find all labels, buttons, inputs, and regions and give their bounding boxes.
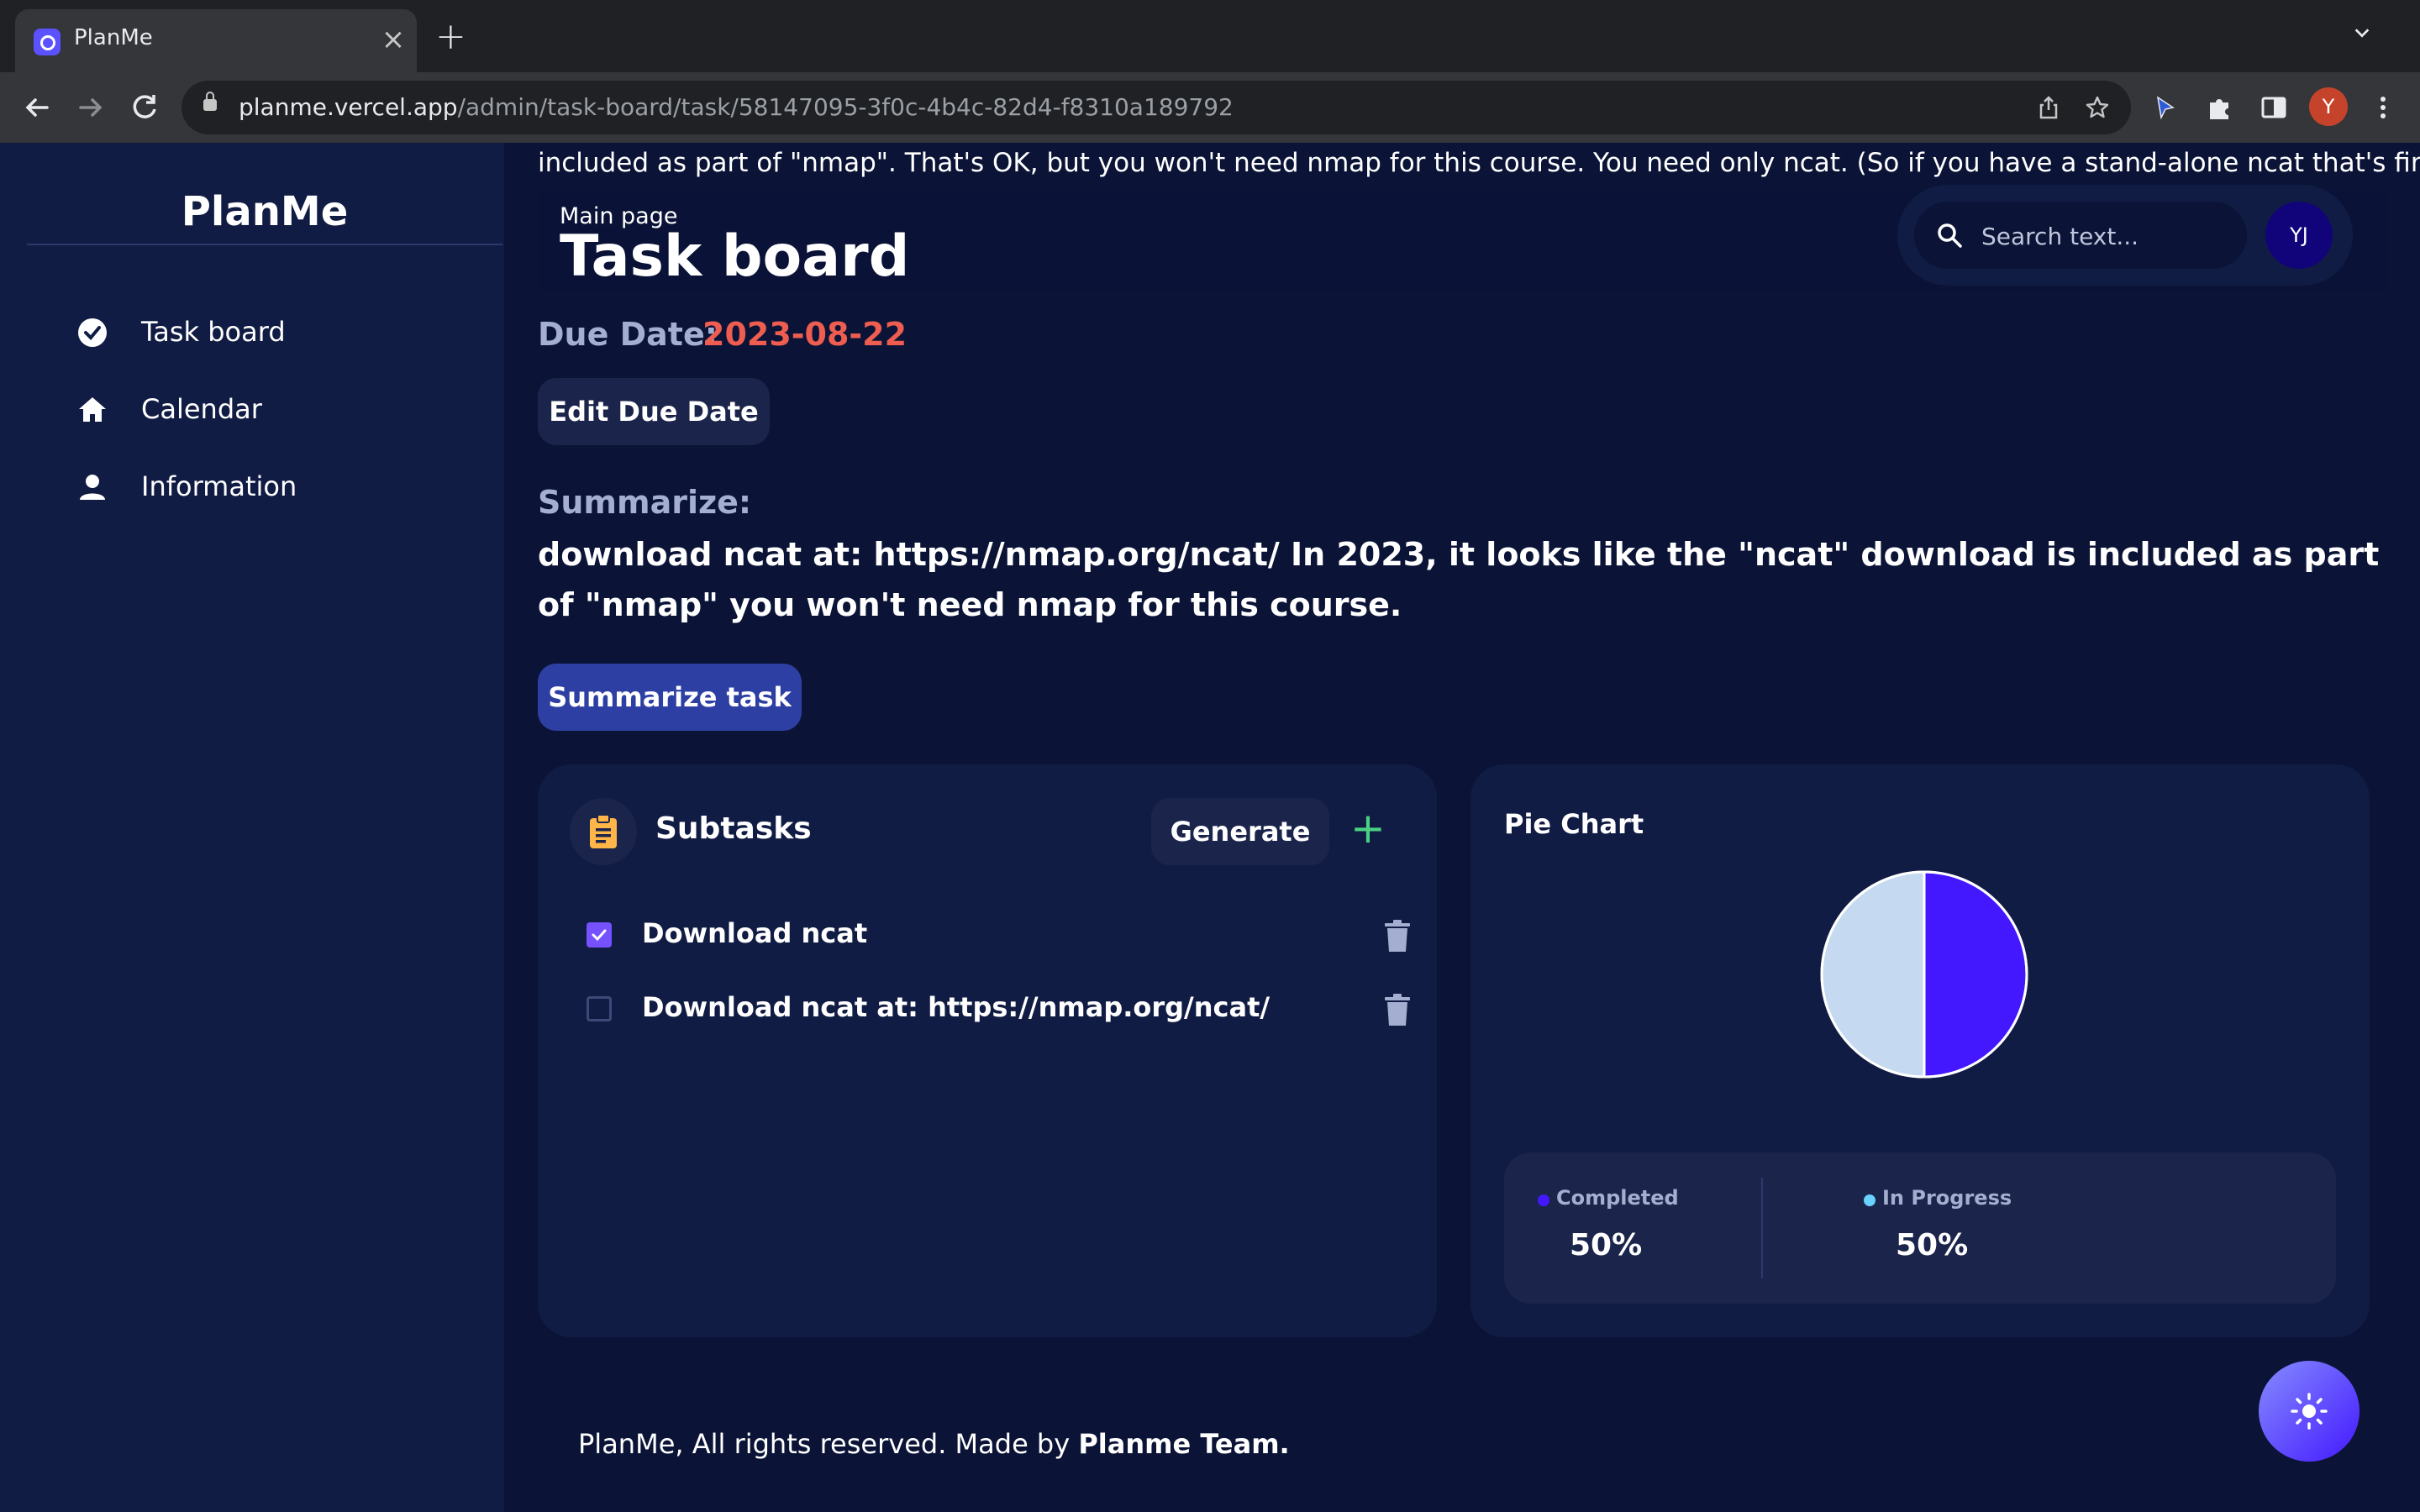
subtasks-title: Subtasks — [655, 811, 812, 846]
url-text: planme.vercel.app/admin/task-board/task/… — [239, 93, 1234, 121]
trash-icon[interactable] — [1383, 919, 1412, 953]
clipboard-icon — [590, 814, 617, 848]
pie-slice-in-progress[interactable] — [1820, 870, 1926, 1079]
subtask-row: Download ncat at: https://nmap.org/ncat/ — [587, 984, 1410, 1035]
side-panel-icon[interactable] — [2255, 89, 2292, 126]
legend-label: Completed — [1556, 1186, 1679, 1210]
summary-label: Summarize: — [538, 484, 752, 521]
pie-slice-completed[interactable] — [1923, 870, 2028, 1079]
footer-team-link[interactable]: Planme Team. — [1078, 1428, 1289, 1460]
theme-toggle-button[interactable] — [2259, 1361, 2360, 1462]
new-tab-plus-icon[interactable]: + — [435, 18, 466, 55]
sidebar-item-label: Calendar — [141, 393, 262, 425]
edit-due-date-button[interactable]: Edit Due Date — [538, 378, 770, 445]
summary-text: download ncat at: https://nmap.org/ncat/… — [538, 536, 2380, 623]
summarize-task-button[interactable]: Summarize task — [538, 664, 802, 731]
user-avatar[interactable]: YJ — [2265, 202, 2333, 269]
cursor-extension-icon[interactable] — [2146, 89, 2183, 126]
subtasks-card: Subtasks Generate + Download ncat Downlo… — [538, 764, 1437, 1337]
app-root: PlanMe Task board Calendar Information i… — [0, 143, 2420, 1512]
sidebar-item-information[interactable]: Information — [76, 462, 479, 512]
overflow-description-text: included as part of "nmap". That's OK, b… — [538, 148, 2420, 178]
subtask-text: Download ncat — [642, 917, 868, 949]
profile-avatar[interactable]: Y — [2309, 87, 2348, 126]
subtask-row: Download ncat — [587, 911, 1410, 961]
sun-icon — [2291, 1393, 2328, 1430]
sidebar: PlanMe Task board Calendar Information — [0, 143, 504, 1512]
url-host: planme.vercel.app — [239, 93, 458, 121]
sidebar-item-label: Information — [141, 470, 297, 502]
subtasks-icon-wrapper — [570, 798, 637, 865]
search-box[interactable] — [1914, 202, 2247, 269]
search-input[interactable] — [1980, 217, 2235, 255]
bookmark-star-icon[interactable] — [2084, 94, 2111, 121]
legend-label: In Progress — [1882, 1186, 2012, 1210]
due-date-label: Due Date: — [538, 316, 718, 353]
subtask-text: Download ncat at: https://nmap.org/ncat/ — [642, 991, 1270, 1023]
legend-value: 50% — [1570, 1228, 1643, 1263]
legend-divider — [1761, 1178, 1763, 1278]
sidebar-item-label: Task board — [141, 316, 286, 348]
checkmark-icon — [592, 929, 607, 942]
tab-title: PlanMe — [74, 25, 153, 50]
footer-text: PlanMe, All rights reserved. Made by — [578, 1428, 1079, 1460]
main-content: included as part of "nmap". That's OK, b… — [504, 143, 2420, 1512]
extensions-puzzle-icon[interactable] — [2202, 89, 2238, 126]
header-toolbar: YJ — [1897, 185, 2353, 286]
search-icon — [1938, 223, 1962, 248]
reload-icon[interactable] — [126, 89, 163, 126]
browser-toolbar: planme.vercel.app/admin/task-board/task/… — [0, 72, 2420, 143]
share-icon[interactable] — [2035, 94, 2062, 121]
legend-dot-in-progress — [1864, 1194, 1876, 1206]
page-title: Task board — [560, 223, 910, 290]
legend-dot-completed — [1538, 1194, 1549, 1206]
subtask-checkbox-unchecked[interactable] — [587, 996, 612, 1021]
browser-tab-strip: PlanMe × + — [0, 0, 2420, 72]
add-subtask-button[interactable]: + — [1343, 803, 1393, 853]
address-bar[interactable]: planme.vercel.app/admin/task-board/task/… — [182, 81, 2131, 134]
forward-arrow-icon[interactable] — [72, 89, 109, 126]
pie-legend: Completed 50% In Progress 50% — [1504, 1152, 2336, 1304]
pie-chart-card: Pie Chart Completed 50% In Progress 50% — [1470, 764, 2370, 1337]
close-tab-icon[interactable]: × — [376, 23, 410, 56]
url-path: /admin/task-board/task/58147095-3f0c-4b4… — [457, 93, 1234, 121]
browser-tab[interactable]: PlanMe × — [15, 9, 417, 72]
chevron-down-icon[interactable] — [2353, 24, 2371, 42]
subtask-checkbox-checked[interactable] — [587, 922, 612, 948]
pie-chart — [1820, 870, 2028, 1079]
due-date-value: 2023-08-22 — [702, 316, 908, 353]
home-icon — [79, 397, 106, 422]
sidebar-divider — [27, 244, 502, 245]
lock-icon — [203, 92, 217, 111]
generate-button[interactable]: Generate — [1151, 798, 1329, 865]
sidebar-item-task-board[interactable]: Task board — [76, 307, 479, 358]
back-arrow-icon[interactable] — [18, 89, 55, 126]
check-circle-icon — [78, 318, 107, 347]
footer: PlanMe, All rights reserved. Made by Pla… — [578, 1428, 1290, 1460]
legend-value: 50% — [1896, 1228, 1969, 1263]
pie-chart-title: Pie Chart — [1504, 808, 1644, 840]
person-icon — [80, 475, 105, 500]
planme-favicon-icon — [34, 29, 60, 55]
brand-logo: PlanMe — [181, 188, 349, 235]
trash-icon[interactable] — [1383, 993, 1412, 1026]
more-vert-icon[interactable] — [2365, 89, 2402, 126]
sidebar-item-calendar[interactable]: Calendar — [76, 385, 479, 435]
